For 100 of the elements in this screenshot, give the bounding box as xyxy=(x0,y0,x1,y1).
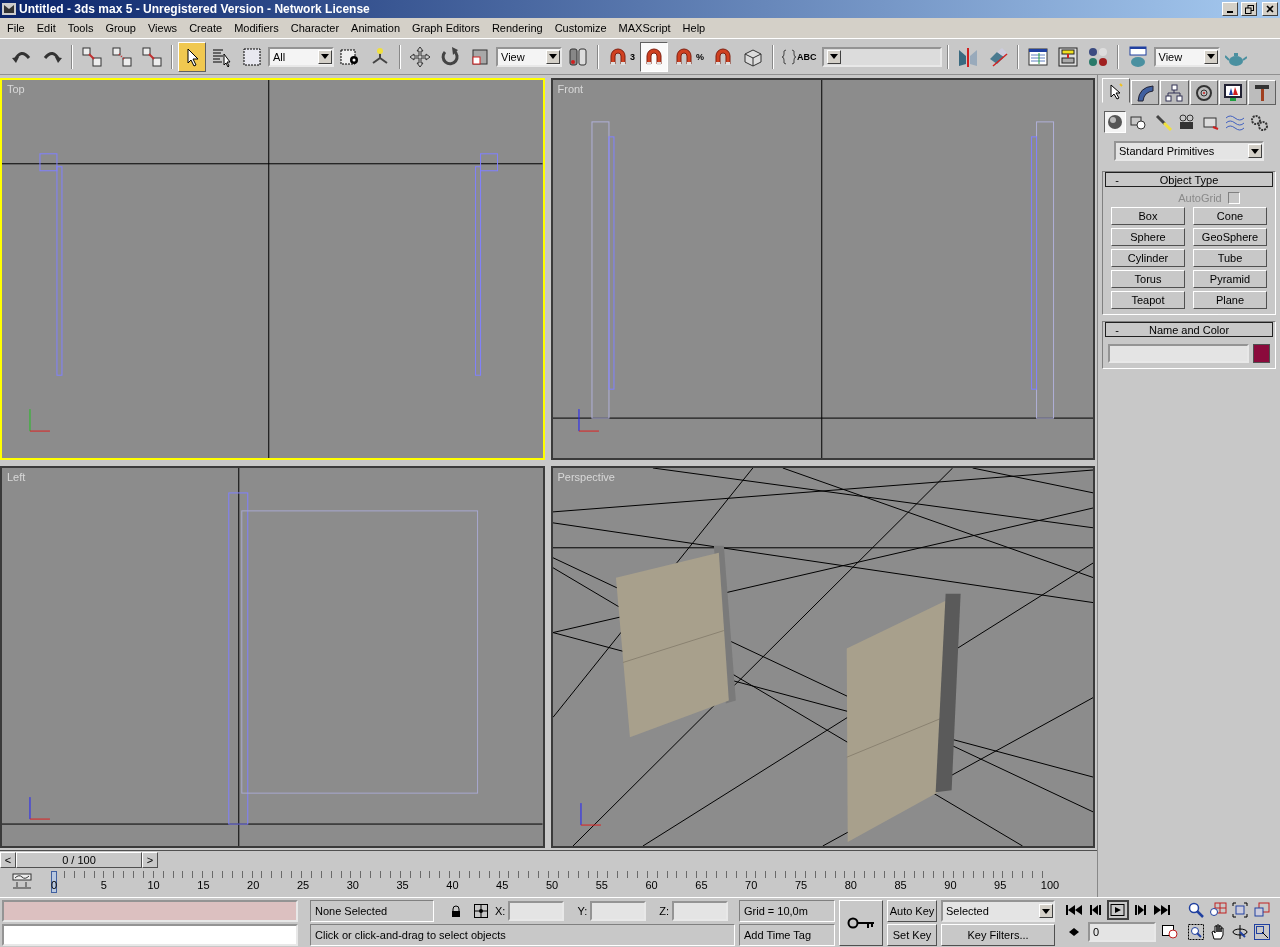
braces-icon xyxy=(782,48,797,65)
dropdown[interactable]: All xyxy=(268,46,334,67)
select-button[interactable] xyxy=(178,41,206,72)
menu-item[interactable]: Customize xyxy=(548,22,613,34)
frame-number: 20 xyxy=(247,879,260,891)
zoom-all-icon xyxy=(1209,902,1227,918)
menu-item[interactable]: Modifiers xyxy=(228,22,285,34)
region-zoom-button[interactable] xyxy=(1185,922,1207,942)
material-icon xyxy=(1086,45,1109,68)
maximize-viewport-button[interactable] xyxy=(1251,922,1273,942)
menu-item[interactable]: Views xyxy=(141,22,184,34)
percent-snap-icon xyxy=(673,45,695,68)
primitive-button[interactable]: Cone xyxy=(1193,207,1267,225)
key-mode-dropdown[interactable]: Selected xyxy=(941,900,1055,922)
primitive-button[interactable]: Box xyxy=(1111,207,1185,225)
geometry-button[interactable] xyxy=(1104,111,1126,133)
close-button[interactable] xyxy=(1262,2,1278,16)
set-key-button[interactable] xyxy=(839,900,883,946)
menu-item[interactable]: Animation xyxy=(345,22,406,34)
axis-gizmo-icon xyxy=(29,796,51,820)
percent-snap-button[interactable]: % xyxy=(670,41,708,72)
frame-number: 0 xyxy=(50,879,58,891)
minimize-button[interactable] xyxy=(1222,2,1238,16)
primitive-button[interactable]: Cylinder xyxy=(1111,249,1185,267)
caret-icon xyxy=(321,54,329,59)
create-tab[interactable] xyxy=(1102,78,1131,103)
z-coordinate-field[interactable] xyxy=(672,901,728,921)
menu-item[interactable]: Tools xyxy=(61,22,100,34)
y-coordinate-field[interactable] xyxy=(590,901,647,921)
primitive-button[interactable]: Pyramid xyxy=(1193,270,1267,288)
y-label: Y: xyxy=(577,905,588,917)
hierarchy-icon xyxy=(1164,83,1185,102)
dropdown[interactable]: View xyxy=(496,46,562,67)
x-coordinate-field[interactable] xyxy=(508,901,565,921)
dropdown[interactable]: View xyxy=(1153,46,1220,67)
lock-icon xyxy=(451,905,461,917)
region-zoom-icon xyxy=(1188,924,1204,940)
motion-tab[interactable] xyxy=(1189,80,1218,105)
named-selection-button[interactable]: ABC xyxy=(779,41,820,72)
color-swatch[interactable] xyxy=(1253,344,1270,363)
script-listener-field[interactable] xyxy=(2,900,298,922)
frame-number: 25 xyxy=(296,879,310,891)
zoom-extents-button[interactable] xyxy=(1229,900,1251,920)
rollout-header[interactable]: - Object Type xyxy=(1105,172,1273,187)
primitive-button[interactable]: Teapot xyxy=(1111,291,1185,309)
frame-number: 90 xyxy=(944,879,957,891)
dropdown[interactable]: Standard Primitives xyxy=(1114,141,1264,161)
previous-frame-button[interactable]: < xyxy=(0,851,16,868)
hierarchy-tab[interactable] xyxy=(1160,80,1189,105)
pivot-icon xyxy=(567,45,589,68)
geometry-icon xyxy=(1105,113,1125,131)
frame-number: 50 xyxy=(545,879,559,891)
time-configuration-button[interactable] xyxy=(1159,922,1181,942)
menu-item[interactable]: File xyxy=(1,22,31,34)
shapes-icon xyxy=(1129,113,1149,131)
hand-icon xyxy=(1210,924,1226,940)
menu-item[interactable]: Rendering xyxy=(485,22,549,34)
restore-button[interactable] xyxy=(1241,2,1257,16)
display-icon xyxy=(1222,83,1243,102)
lights-icon xyxy=(1153,113,1173,131)
display-tab[interactable] xyxy=(1218,80,1247,105)
utilities-tab[interactable] xyxy=(1247,80,1277,105)
primitive-button[interactable]: Torus xyxy=(1111,270,1185,288)
frame-number: 95 xyxy=(994,879,1007,891)
primitive-button[interactable]: Plane xyxy=(1193,291,1267,309)
key-icon xyxy=(847,917,875,929)
play-icon xyxy=(1109,904,1127,916)
auto-key-button[interactable]: Auto Key xyxy=(887,900,937,922)
end-icon xyxy=(1153,904,1171,916)
current-frame-field[interactable]: 0 xyxy=(1088,922,1156,942)
zoom-extents-icon xyxy=(1232,902,1248,918)
menu-item[interactable]: Group xyxy=(99,22,142,34)
modify-tab[interactable] xyxy=(1131,80,1160,105)
time-tag-field[interactable]: Add Time Tag xyxy=(739,924,835,946)
play-playback-button[interactable] xyxy=(1107,900,1129,920)
menu-item[interactable]: Create xyxy=(183,22,229,34)
menu-item[interactable]: Character xyxy=(284,22,346,34)
name-field[interactable] xyxy=(1108,344,1249,363)
next-frame-button[interactable]: > xyxy=(142,851,158,868)
modify-icon xyxy=(1135,83,1156,102)
rollout-header[interactable]: - Name and Color xyxy=(1105,322,1273,337)
angle-snap-button[interactable] xyxy=(640,41,668,72)
primitive-button[interactable]: Tube xyxy=(1193,249,1267,267)
snap-button[interactable]: 3 xyxy=(604,41,638,72)
menu-item[interactable]: Help xyxy=(676,22,712,34)
rotate-icon xyxy=(439,45,461,68)
set-key-button[interactable]: Set Key xyxy=(887,924,937,946)
frame-number: 5 xyxy=(100,879,107,891)
primitive-button[interactable]: GeoSphere xyxy=(1193,228,1267,246)
menu-item[interactable]: MAXScript xyxy=(612,22,677,34)
caret-icon xyxy=(829,54,838,59)
caret-icon xyxy=(1042,908,1050,914)
key-mode-icon xyxy=(1067,927,1081,937)
menu-item[interactable]: Edit xyxy=(30,22,62,34)
script-input-field[interactable] xyxy=(2,924,298,946)
time-slider[interactable]: < 0 / 100 > xyxy=(0,851,1097,868)
key-filters-button[interactable]: Key Filters... xyxy=(941,924,1055,946)
menu-item[interactable]: Graph Editors xyxy=(406,22,486,34)
primitive-button[interactable]: Sphere xyxy=(1111,228,1185,246)
time-slider-thumb[interactable]: 0 / 100 xyxy=(16,851,142,868)
